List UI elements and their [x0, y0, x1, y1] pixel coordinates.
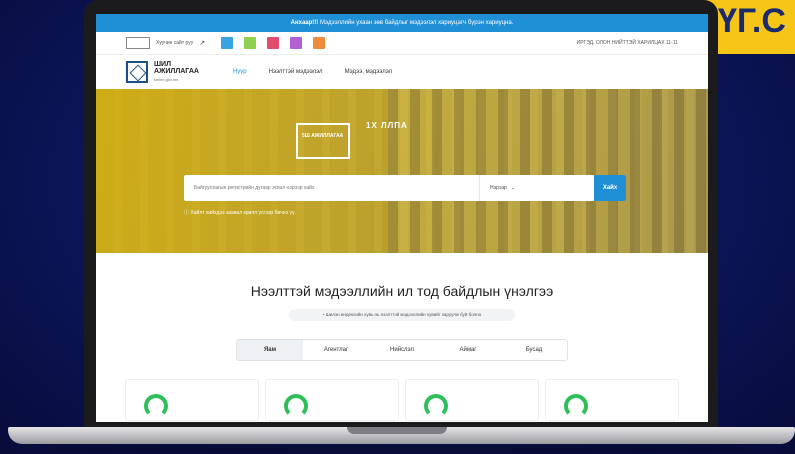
tab-other[interactable]: Бусад — [501, 340, 567, 360]
tab-province[interactable]: Аймаг — [435, 340, 501, 360]
laptop-notch — [347, 427, 447, 434]
score-ring-icon — [564, 394, 588, 418]
service-tile-3-icon[interactable] — [267, 37, 280, 49]
badge-text: ҮГ.С — [718, 2, 786, 40]
nav-home[interactable]: Нүүр — [233, 69, 247, 75]
score-ring-icon — [284, 394, 308, 418]
external-link-icon: ↗ — [199, 40, 206, 47]
info-pill: • Шилэн индексийн хувь нь нээлттэй мэдээ… — [289, 309, 515, 321]
legacy-logo — [126, 37, 150, 49]
search-type-select[interactable]: Нэрээр ⌄ — [479, 175, 594, 201]
service-tile-5-icon[interactable] — [313, 37, 326, 49]
legacy-site-link[interactable]: Хуучин сайт руу — [156, 40, 193, 46]
main-nav: ШИЛ АЖИЛЛАГАА shilen.gov.mn Нүүр Нээлттэ… — [96, 55, 708, 89]
service-tile-1-icon[interactable] — [221, 37, 234, 49]
logo-title-2: АЖИЛЛАГАА — [154, 68, 199, 75]
hero-logo: 5Ш АЖИЛЛАГАА — [296, 123, 350, 159]
hero-banner: 5Ш АЖИЛЛАГАА 1Х ЛЛПА Нэрээр ⌄ Хайх ⓘ Хай… — [96, 89, 708, 253]
announcement-bar: Анхаар!!! Мэдээллийн ухаан зөв байдлыг м… — [96, 14, 708, 32]
score-ring-icon — [144, 394, 168, 418]
logo-title-1: ШИЛ — [154, 61, 171, 68]
service-tile-2-icon[interactable] — [244, 37, 257, 49]
tab-ministry[interactable]: Яам — [237, 340, 303, 360]
search-input[interactable] — [184, 175, 479, 201]
search-bar: Нэрээр ⌄ Хайх — [184, 175, 626, 201]
score-card[interactable] — [125, 379, 259, 421]
tab-agency[interactable]: Агентлаг — [303, 340, 369, 360]
score-card[interactable] — [545, 379, 679, 421]
category-tabs: Яам Агентлаг Нийслэл Аймаг Бусад — [236, 339, 568, 361]
score-cards — [96, 379, 708, 421]
utility-bar: Хуучин сайт руу ↗ ИРГЭД, ОЛОН НИЙТТЭЙ ХА… — [96, 32, 708, 55]
info-icon: ⓘ — [184, 210, 190, 216]
nav-open-info[interactable]: Нээлттэй мэдээлэл — [269, 69, 323, 75]
dot-icon: • — [322, 312, 325, 317]
hero-logo-text: 5Ш АЖИЛЛАГАА — [302, 133, 344, 139]
hero-building-image — [388, 89, 708, 253]
chevron-down-icon: ⌄ — [510, 185, 516, 191]
search-button[interactable]: Хайх — [594, 175, 626, 201]
announcement-bold: Анхаар!!! — [290, 20, 319, 26]
tab-capital[interactable]: Нийслэл — [369, 340, 435, 360]
score-card[interactable] — [405, 379, 539, 421]
hotline-text[interactable]: ИРГЭД, ОЛОН НИЙТТЭЙ ХАРИЛЦАХ 11-11 — [577, 40, 678, 46]
nav-news[interactable]: Мэдээ, мэдээлэл — [345, 69, 393, 75]
logo-subtitle: shilen.gov.mn — [154, 77, 179, 82]
search-type-value: Нэрээр — [490, 185, 507, 191]
score-ring-icon — [424, 394, 448, 418]
search-hint-text: Хайлт хийхдээ заавал крилл үсгээр бичнэ … — [190, 210, 296, 216]
announcement-text: Мэдээллийн ухаан зөв байдлыг мэдээлэл ха… — [318, 20, 514, 26]
info-pill-text: Шилэн индексийн хувь нь нээлттэй мэдээлл… — [325, 312, 482, 317]
score-card[interactable] — [265, 379, 399, 421]
site-logo-text[interactable]: ШИЛ АЖИЛЛАГАА shilen.gov.mn — [154, 61, 199, 83]
service-tile-4-icon[interactable] — [290, 37, 303, 49]
hero-years-text: 1Х ЛЛПА — [366, 121, 408, 130]
laptop-shadow — [40, 444, 755, 454]
site-logo-icon[interactable] — [126, 61, 148, 83]
section-title: Нээлттэй мэдээллийн ил тод байдлын үнэлг… — [250, 283, 554, 299]
search-hint: ⓘ Хайлт хийхдээ заавал крилл үсгээр бичн… — [184, 209, 296, 216]
browser-screen: Анхаар!!! Мэдээллийн ухаан зөв байдлыг м… — [96, 14, 708, 422]
